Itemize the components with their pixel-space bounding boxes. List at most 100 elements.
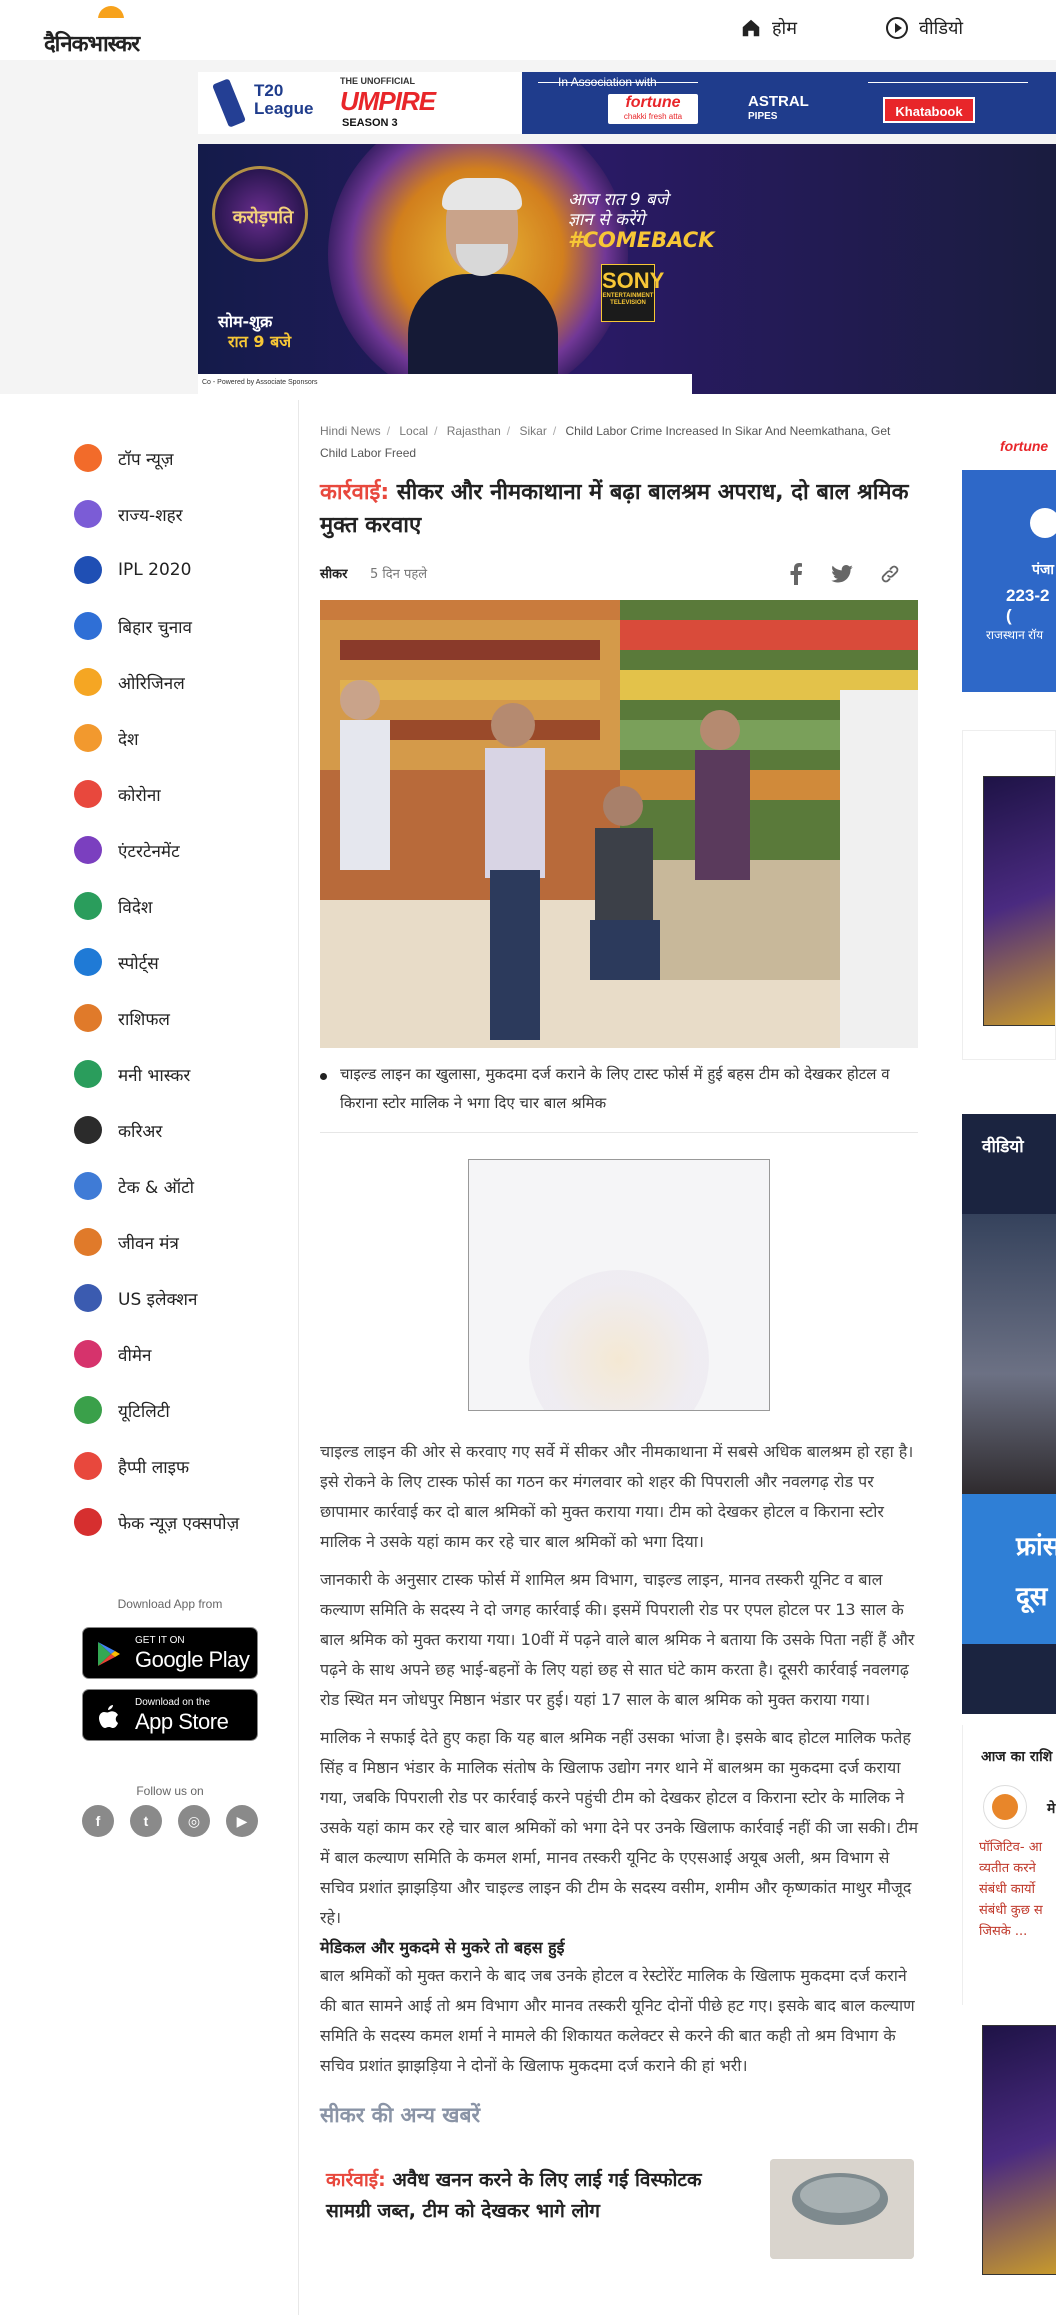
host-photo [408, 174, 558, 394]
breadcrumb-rajasthan[interactable]: Rajasthan [447, 424, 501, 438]
sidebar-item[interactable]: बिहार चुनाव [60, 598, 290, 654]
sidebar-item[interactable]: US इलेक्शन [60, 1270, 290, 1326]
kbc-days: सोम-शुक्र [218, 312, 273, 331]
t20-league-logo: T20 League [198, 72, 332, 134]
sidebar-item-label: टॉप न्यूज़ [118, 449, 174, 470]
copy-link-icon[interactable] [876, 560, 904, 588]
more-news-item[interactable]: कार्रवाई: अवैध खनन करने के लिए लाई गई वि… [320, 2159, 918, 2279]
zodiac-wheel-icon [74, 1004, 102, 1032]
rashifal-line: संबंधी कुछ स [979, 1903, 1043, 1918]
t20-umpire-ad-banner[interactable]: T20 League THE UNOFFICIAL UMPIRE SEASON … [198, 72, 1056, 134]
sidebar-item-label: US इलेक्शन [118, 1289, 198, 1310]
sidebar-item[interactable]: मनी भास्कर [60, 1046, 290, 1102]
kbc-hashtag: #COMEBACK [568, 228, 715, 252]
article-headline: कार्रवाई: सीकर और नीमकाथाना में बढ़ा बाल… [320, 476, 918, 542]
article-location[interactable]: सीकर [320, 564, 347, 582]
article-main: Hindi News / Local / Rajasthan / Sikar / Chi… [320, 420, 918, 2279]
sidebar-item[interactable]: कोरोना [60, 766, 290, 822]
sidebar-item[interactable]: ओरिजिनल [60, 654, 290, 710]
sidebar-item[interactable]: राशिफल [60, 990, 290, 1046]
original-badge-icon [74, 668, 102, 696]
hero-caption: चाइल्ड लाइन का खुलासा, मुकदमा दर्ज कराने… [320, 1060, 918, 1118]
sidebar-item[interactable]: राज्य-शहर [60, 486, 290, 542]
youtube-icon[interactable]: ▶ [226, 1805, 258, 1837]
video-widget[interactable]: वीडियो फ्रांस दूस [962, 1114, 1056, 1714]
video-banner-line1: फ्रांस [1016, 1532, 1056, 1562]
rashifal-widget[interactable]: आज का राशि मे पॉजिटिव- आ व्यतीत करने संब… [962, 1725, 1056, 2005]
t20-league-text: T20 League [254, 81, 314, 118]
breadcrumb-sikar[interactable]: Sikar [519, 424, 546, 438]
sidebar-item[interactable]: जीवन मंत्र [60, 1214, 290, 1270]
sidebar-item[interactable]: करिअर [60, 1102, 290, 1158]
caption-divider [320, 1132, 918, 1133]
video-widget-title: वीडियो [982, 1137, 1024, 1157]
nav-home[interactable]: होम [740, 16, 797, 40]
sidebar-item-label: यूटिलिटी [118, 1401, 170, 1422]
play-circle-icon [886, 17, 908, 39]
twitter-share-icon[interactable] [828, 560, 856, 588]
article-time: 5 दिन पहले [370, 567, 428, 582]
dainik-bhaskar-logo[interactable]: दैनिकभास्कर [44, 6, 184, 57]
sidebar-item[interactable]: यूटिलिटी [60, 1382, 290, 1438]
sidebar-item[interactable]: वीमेन [60, 1326, 290, 1382]
breadcrumb-hindi-news[interactable]: Hindi News [320, 424, 381, 438]
us-flag-icon [74, 1284, 102, 1312]
headline-kicker: कार्रवाई: [320, 480, 390, 505]
article-hero-image[interactable] [320, 600, 918, 1048]
google-play-button[interactable]: GET IT ON Google Play [82, 1627, 258, 1679]
sidebar-item-label: बिहार चुनाव [118, 617, 192, 638]
facebook-icon[interactable]: f [82, 1805, 114, 1837]
cricket-score-card[interactable]: fortune पंजा 223-2 ( राजस्थान रॉय [962, 428, 1056, 692]
sidebar-item[interactable]: टेक & ऑटो [60, 1158, 290, 1214]
sidebar-item[interactable]: देश [60, 710, 290, 766]
kbc-schedule: सोम-शुक्र रात 9 बजे [218, 312, 291, 352]
sidebar-item[interactable]: एंटरटेनमेंट [60, 822, 290, 878]
sidebar-item[interactable]: विदेश [60, 878, 290, 934]
right-rail-ad-2[interactable] [962, 2020, 1056, 2280]
sidebar-item[interactable]: हैप्पी लाइफ [60, 1438, 290, 1494]
sidebar-item-label: टेक & ऑटो [118, 1177, 195, 1198]
breadcrumb: Hindi News / Local / Rajasthan / Sikar / Chi… [320, 424, 891, 460]
fake-news-icon [74, 1508, 102, 1536]
article-meta: सीकर 5 दिन पहले [320, 560, 918, 588]
sidebar-item-label: हैप्पी लाइफ [118, 1457, 190, 1478]
app-store-button[interactable]: Download on the App Store [82, 1689, 258, 1741]
umpire-logo: THE UNOFFICIAL UMPIRE SEASON 3 [332, 72, 522, 134]
divider-line [868, 82, 1028, 83]
sidebar-item[interactable]: IPL 2020 [60, 542, 290, 598]
more-news-thumbnail[interactable] [770, 2159, 914, 2259]
follow-us-label: Follow us on [136, 1784, 204, 1798]
cricket-bat-icon [212, 78, 246, 128]
hearts-icon [74, 1452, 102, 1480]
aries-sign-icon[interactable] [983, 1785, 1027, 1829]
right-rail-ad[interactable] [962, 730, 1056, 1060]
sony-sub: ENTERTAINMENT TELEVISION [602, 293, 654, 306]
kbc-side-ad [983, 776, 1055, 1026]
sidebar-item[interactable]: स्पोर्ट्स [60, 934, 290, 990]
nav-video[interactable]: वीडियो [885, 16, 963, 40]
sidebar-item-label: देश [118, 729, 139, 750]
google-play-icon [98, 1642, 120, 1666]
rashifal-line: जिसके ... [979, 1924, 1028, 1939]
kbc-promo-text: आज रात 9 बजे ज्ञान से करेंगे #COMEBACK [568, 190, 715, 252]
car-tech-icon [74, 1172, 102, 1200]
article-subheading: मेडिकल और मुकदमे से मुकरे तो बहस हुई [320, 1938, 565, 1957]
score-card-score: 223-2 ( [1006, 586, 1050, 625]
sidebar-item-label: करिअर [118, 1121, 163, 1142]
ad-placeholder-graphic [529, 1270, 709, 1410]
headline-title: सीकर और नीमकाथाना में बढ़ा बालश्रम अपराध… [320, 480, 909, 538]
kbc-ad-banner[interactable]: करोड़पति आज रात 9 बजे ज्ञान से करेंगे #C… [198, 144, 1056, 394]
sidebar-item[interactable]: टॉप न्यूज़ [60, 430, 290, 486]
apple-icon [99, 1705, 118, 1728]
article-paragraph: जानकारी के अनुसार टास्क फोर्स में शामिल … [320, 1570, 915, 1709]
cricket-player-icon [74, 556, 102, 584]
facebook-share-icon[interactable] [782, 560, 810, 588]
instagram-icon[interactable]: ◎ [178, 1805, 210, 1837]
rashifal-text: पॉजिटिव- आ व्यतीत करने संबंधी कार्यो संब… [979, 1837, 1056, 1942]
inline-ad-slot[interactable] [468, 1159, 770, 1411]
city-buildings-icon [74, 500, 102, 528]
sidebar-item[interactable]: फेक न्यूज़ एक्सपोज़ [60, 1494, 290, 1550]
breadcrumb-local[interactable]: Local [399, 424, 428, 438]
twitter-icon[interactable]: t [130, 1805, 162, 1837]
article-paragraph: चाइल्ड लाइन की ओर से करवाए गए सर्वे में … [320, 1442, 914, 1551]
